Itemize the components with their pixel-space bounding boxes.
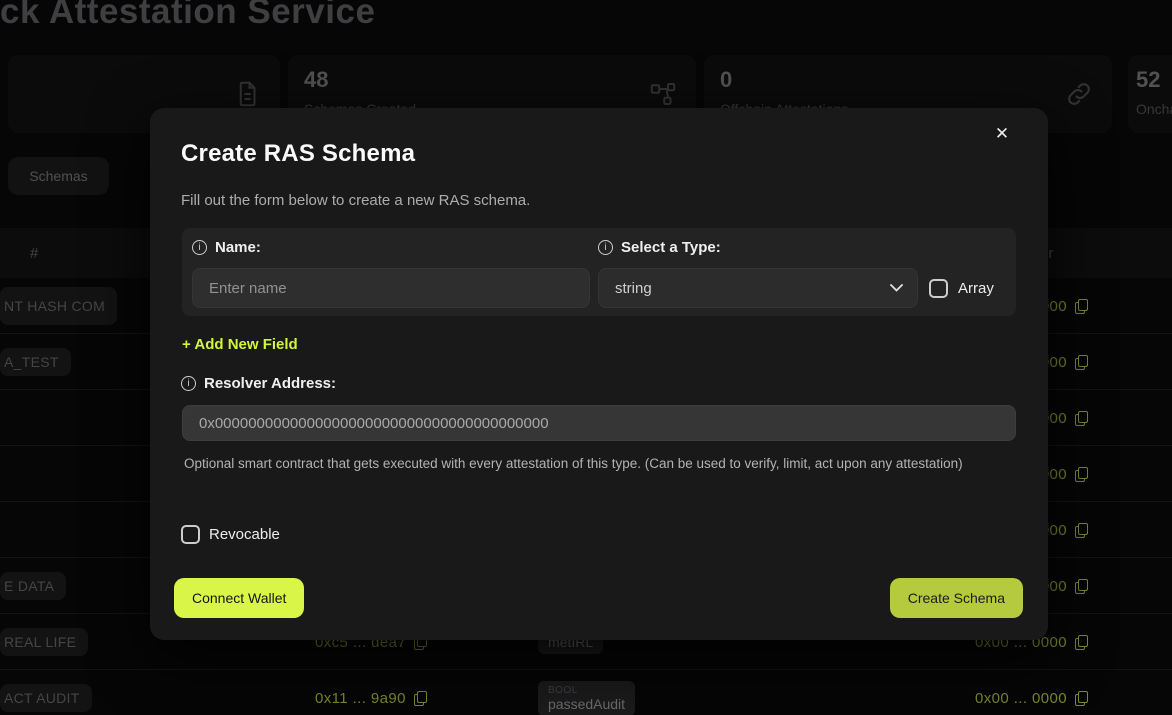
copy-icon[interactable]	[1075, 691, 1088, 706]
revocable-label: Revocable	[209, 526, 280, 543]
stat-label: Onchain Attestations	[1136, 101, 1172, 117]
resolver-help-text: Optional smart contract that gets execut…	[184, 454, 974, 474]
resolver-label-row: i Resolver Address:	[181, 375, 336, 392]
type-label-row: i Select a Type:	[598, 239, 721, 256]
create-schema-modal: ✕ Create RAS Schema Fill out the form be…	[150, 108, 1048, 640]
copy-icon[interactable]	[1075, 299, 1088, 314]
name-label: Name:	[215, 239, 261, 256]
resolver-address-input[interactable]	[182, 405, 1016, 441]
array-checkbox[interactable]	[929, 279, 948, 298]
modal-footer: Connect Wallet Create Schema	[150, 578, 1048, 618]
tab-schemas[interactable]: Schemas	[8, 157, 109, 195]
info-icon: i	[181, 376, 196, 391]
close-icon[interactable]: ✕	[990, 122, 1014, 146]
schema-field-type: BOOL	[548, 685, 625, 696]
schema-field-row: i Name: i Select a Type: string Array	[182, 228, 1016, 316]
schema-field-name: passedAudit	[548, 696, 625, 712]
type-select[interactable]: string	[598, 268, 918, 308]
attester-text: 0x00 ... 0000	[975, 690, 1067, 707]
schema-name-badge: REAL LIFE	[0, 628, 88, 656]
revocable-checkbox[interactable]	[181, 525, 200, 544]
stat-value: 52	[1136, 67, 1160, 93]
copy-icon[interactable]	[414, 691, 427, 706]
tab-schemas-label: Schemas	[29, 168, 87, 184]
app-root: ck Attestation Service 48 Schemas Create…	[0, 0, 1172, 715]
schema-name-badge: ACT AUDIT	[0, 684, 92, 712]
info-icon: i	[192, 240, 207, 255]
name-label-row: i Name:	[192, 239, 261, 256]
copy-icon[interactable]	[1075, 523, 1088, 538]
link-icon	[1064, 79, 1094, 109]
attester-value[interactable]: 0x00 ... 0000	[975, 690, 1088, 707]
add-new-field-button[interactable]: + Add New Field	[182, 336, 298, 353]
copy-icon[interactable]	[1075, 635, 1088, 650]
uid-text: 0x11 ... 9a90	[315, 690, 406, 707]
type-select-value: string	[615, 280, 652, 297]
revocable-option: Revocable	[181, 525, 280, 544]
schema-name-badge: NT HASH COM	[0, 287, 117, 325]
array-option: Array	[929, 268, 994, 308]
stat-card-onchain: 52 Onchain Attestations	[1128, 55, 1172, 133]
copy-icon[interactable]	[1075, 355, 1088, 370]
create-schema-button[interactable]: Create Schema	[890, 578, 1023, 618]
stat-value: 48	[304, 67, 328, 93]
column-header-number: #	[30, 245, 38, 262]
copy-icon[interactable]	[1075, 411, 1088, 426]
name-input[interactable]	[192, 268, 590, 308]
resolver-label: Resolver Address:	[204, 375, 336, 392]
uid-value[interactable]: 0x11 ... 9a90	[315, 690, 427, 707]
document-icon	[232, 79, 262, 109]
modal-subtitle: Fill out the form below to create a new …	[181, 192, 530, 209]
copy-icon[interactable]	[1075, 467, 1088, 482]
info-icon: i	[598, 240, 613, 255]
schema-type-badge: BOOL passedAudit	[538, 681, 635, 715]
chevron-down-icon	[890, 284, 903, 292]
network-icon	[648, 79, 678, 109]
modal-title: Create RAS Schema	[181, 140, 415, 168]
array-label: Array	[958, 280, 994, 297]
page-title: ck Attestation Service	[0, 0, 375, 32]
table-row[interactable]: ACT AUDIT 0x11 ... 9a90 BOOL passedAudit	[0, 670, 1172, 715]
copy-icon[interactable]	[1075, 579, 1088, 594]
stat-value: 0	[720, 67, 732, 93]
schema-name-badge: E DATA	[0, 572, 66, 600]
type-label: Select a Type:	[621, 239, 721, 256]
schema-name-badge: A_TEST	[0, 348, 71, 376]
connect-wallet-button[interactable]: Connect Wallet	[174, 578, 304, 618]
